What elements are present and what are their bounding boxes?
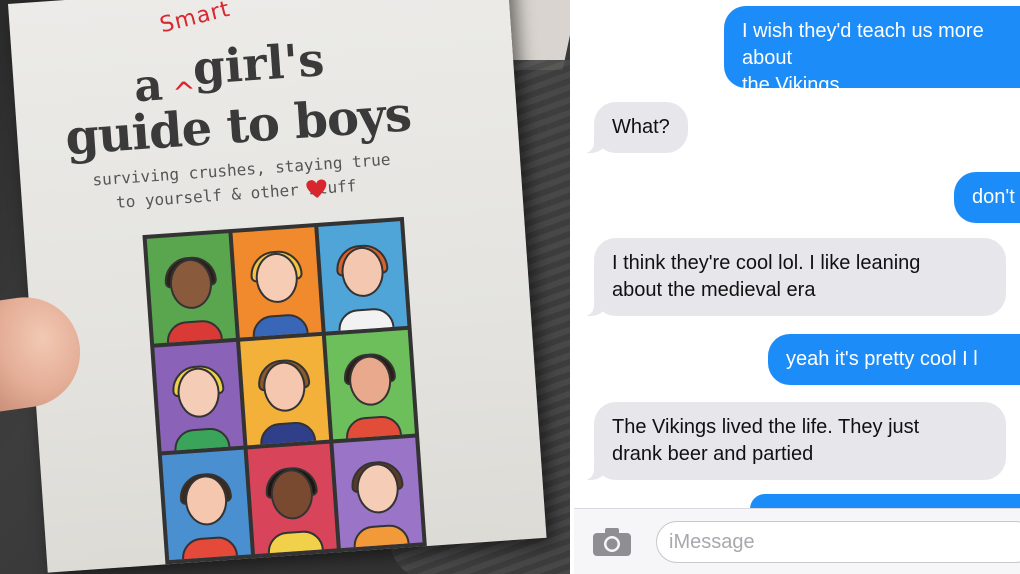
- illustration-panel: [325, 329, 415, 440]
- message-text: I think they're cool lol. I like leaning…: [612, 252, 921, 301]
- illustration-panel: [154, 341, 244, 452]
- message-text: don't: [972, 186, 1015, 208]
- compose-bar: iMessage: [574, 508, 1020, 574]
- message-text: I wish they'd teach us more about the Vi…: [742, 20, 984, 96]
- sent-message-bubble[interactable]: don't: [954, 172, 1020, 223]
- book-cover: Smart a ^ girl's guide to boys surviving…: [8, 0, 547, 573]
- sent-message-bubble[interactable]: yeah it's pretty cool I l: [768, 334, 1020, 385]
- message-text: The Vikings lived the life. They just dr…: [612, 416, 920, 465]
- illustration-panel: [318, 221, 408, 332]
- title-girls: girl's: [191, 32, 326, 96]
- illustration-panel: [232, 227, 322, 338]
- illustration-panel: [146, 233, 236, 344]
- received-message-bubble[interactable]: I think they're cool lol. I like leaning…: [582, 238, 1006, 316]
- illustration-panel: [161, 449, 251, 561]
- illustration-panel: [333, 437, 423, 549]
- title-smart-insert: Smart: [157, 0, 233, 39]
- message-thread: I wish they'd teach us more about the Vi…: [574, 0, 1020, 574]
- illustration-panel: [247, 443, 337, 555]
- book-photo: Smart a ^ girl's guide to boys surviving…: [0, 0, 570, 574]
- received-message-bubble[interactable]: The Vikings lived the life. They just dr…: [582, 402, 1006, 480]
- illustration-grid: [142, 216, 427, 565]
- received-message-bubble[interactable]: What?: [582, 102, 688, 153]
- message-text: yeah it's pretty cool I l: [786, 348, 978, 370]
- camera-icon[interactable]: [592, 527, 632, 557]
- heart-icon: [306, 179, 327, 198]
- message-text: What?: [612, 116, 670, 138]
- sent-message-bubble[interactable]: I wish they'd teach us more about the Vi…: [724, 6, 1020, 96]
- illustration-panel: [240, 335, 330, 446]
- imessage-input[interactable]: iMessage: [656, 521, 1020, 563]
